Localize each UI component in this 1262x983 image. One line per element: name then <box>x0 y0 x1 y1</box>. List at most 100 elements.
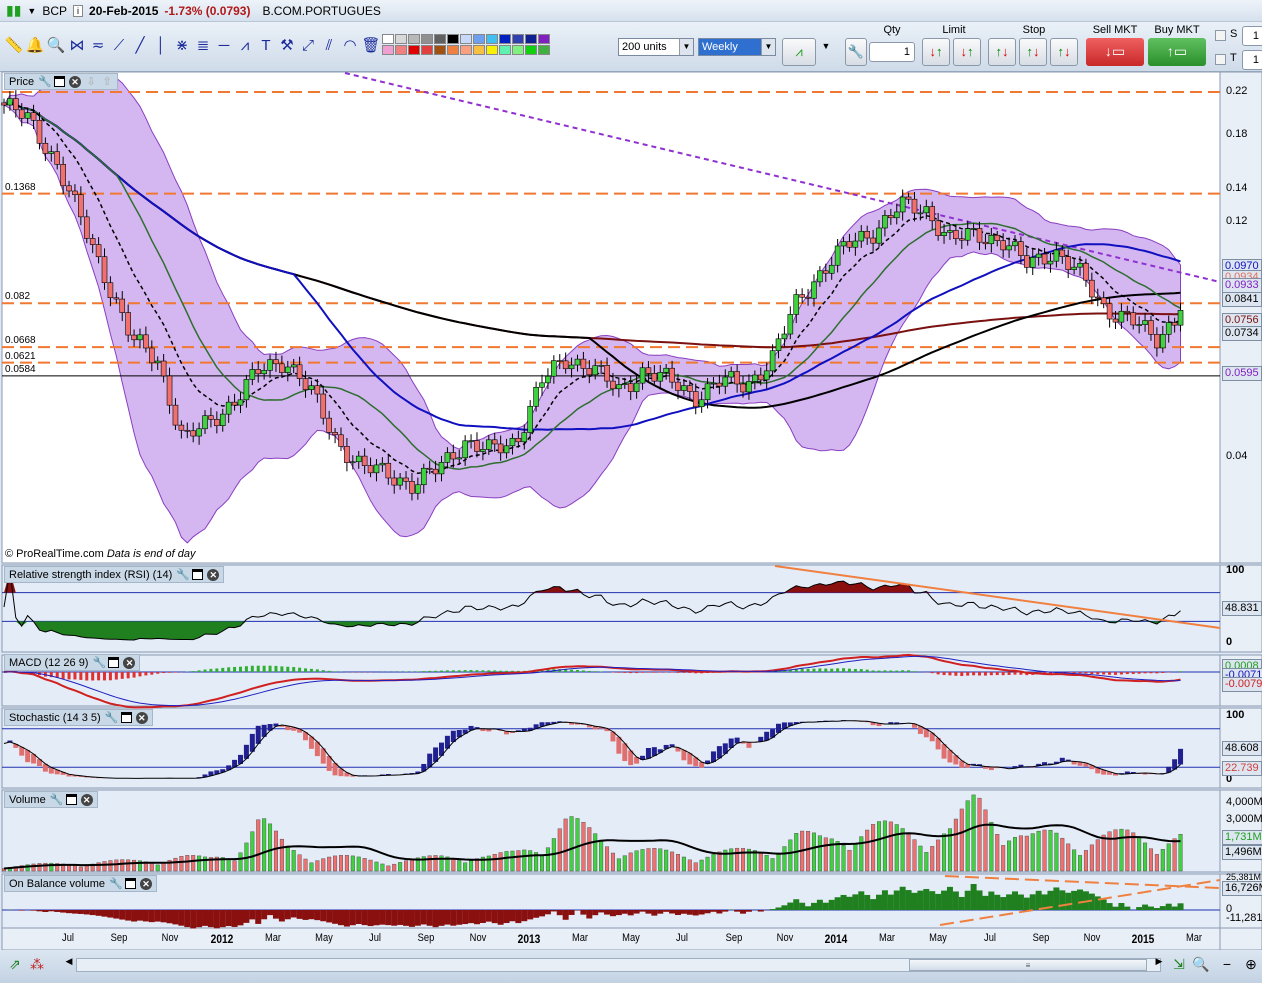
candle <box>799 294 805 298</box>
close-icon[interactable]: ✕ <box>207 568 220 581</box>
volume-bar <box>1054 832 1059 872</box>
volume-bar <box>894 824 899 872</box>
volume-bar <box>1160 849 1165 872</box>
close-icon[interactable]: ✕ <box>135 711 148 724</box>
zoom-fit-icon[interactable]: 🔍 <box>1192 956 1210 973</box>
candle <box>1029 257 1036 268</box>
macd-histogram-bar <box>144 672 148 676</box>
window-icon[interactable] <box>120 712 132 723</box>
close-icon[interactable]: ✕ <box>123 656 136 669</box>
macd-histogram-bar <box>327 670 331 672</box>
volume-bar <box>906 833 911 872</box>
candle <box>503 445 510 454</box>
window-icon[interactable] <box>108 657 120 668</box>
candle <box>757 374 764 381</box>
obv-value-tag: 16,726M <box>1222 881 1262 896</box>
candle <box>344 446 350 464</box>
candle <box>367 465 374 474</box>
scrollbar-thumb[interactable]: ≡ <box>909 959 1147 971</box>
wrench-icon[interactable]: 🔧 <box>38 76 52 88</box>
zoom-out-icon[interactable]: − <box>1218 956 1236 972</box>
candle <box>166 375 173 406</box>
scroll-right-icon[interactable]: ▶ <box>1150 956 1168 967</box>
x-tick-label: Nov <box>469 932 486 944</box>
volume-bar <box>817 835 822 872</box>
move-up-icon[interactable]: ⇧ <box>101 76 113 88</box>
volume-bar <box>646 848 651 872</box>
volume-bar <box>368 859 373 872</box>
move-down-icon[interactable]: ⇩ <box>85 76 97 88</box>
macd-histogram-bar <box>954 672 958 676</box>
wrench-icon[interactable]: 🔧 <box>92 657 106 669</box>
macd-histogram-bar <box>1001 672 1005 676</box>
volume-bar <box>451 858 456 872</box>
candle <box>722 376 729 387</box>
candle <box>834 245 841 266</box>
chart-style-icon[interactable]: ⁂ <box>28 956 46 973</box>
volume-bar <box>965 800 970 872</box>
candle <box>125 312 131 336</box>
volume-bar <box>865 829 870 872</box>
candle <box>273 359 279 365</box>
candle <box>107 282 114 299</box>
candle <box>533 386 539 407</box>
wrench-icon[interactable]: 🔧 <box>105 712 119 724</box>
panel-header-obv: On Balance volume 🔧 ✕ <box>4 875 157 892</box>
macd-histogram-bar <box>865 669 869 672</box>
volume-bar <box>409 859 414 872</box>
macd-histogram-bar <box>428 670 432 672</box>
close-icon[interactable]: ✕ <box>140 877 152 890</box>
candle <box>958 238 965 241</box>
macd-histogram-bar <box>942 672 946 676</box>
candle <box>243 379 250 401</box>
window-icon[interactable] <box>125 878 136 889</box>
candle <box>237 399 244 406</box>
volume-bar <box>687 859 692 872</box>
candle <box>225 401 232 415</box>
macd-histogram-bar <box>853 668 857 672</box>
export-icon[interactable]: ⇗ <box>6 956 24 973</box>
candle <box>586 368 593 376</box>
zoom-in-icon[interactable]: ⊕ <box>1242 956 1260 973</box>
candle <box>947 230 953 233</box>
close-icon[interactable]: ✕ <box>69 75 82 88</box>
candle <box>480 449 486 452</box>
wrench-icon[interactable]: 🔧 <box>109 878 123 890</box>
candle <box>426 467 433 470</box>
panel-title: MACD (12 26 9) <box>9 656 89 669</box>
volume-bar <box>811 832 816 872</box>
candle <box>101 256 108 284</box>
macd-histogram-bar <box>67 672 71 680</box>
candle <box>941 232 947 237</box>
candle <box>687 385 693 392</box>
wrench-icon[interactable]: 🔧 <box>176 569 190 581</box>
close-icon[interactable]: ✕ <box>80 793 93 806</box>
volume-bar <box>338 855 343 872</box>
candle <box>787 314 794 335</box>
volume-bar <box>498 852 503 872</box>
macd-histogram-bar <box>280 666 284 672</box>
candle <box>1165 322 1172 335</box>
chart-canvas[interactable] <box>0 0 1262 950</box>
candle <box>1142 320 1148 325</box>
macd-histogram-bar <box>1131 672 1135 674</box>
volume-bar <box>1143 842 1148 872</box>
macd-histogram-bar <box>1078 672 1082 674</box>
volume-bar <box>120 859 125 872</box>
fit-icon[interactable]: ⇲ <box>1170 956 1188 973</box>
candle <box>279 363 285 373</box>
wrench-icon[interactable]: 🔧 <box>50 794 64 806</box>
candle <box>681 385 687 391</box>
window-icon[interactable] <box>65 794 77 805</box>
window-icon[interactable] <box>192 569 204 580</box>
volume-bar <box>545 847 550 872</box>
stochastic-panel <box>1 707 1221 789</box>
panel-header-rsi: Relative strength index (RSI) (14) 🔧 ✕ <box>4 566 225 583</box>
candle <box>60 164 66 187</box>
candle <box>604 365 610 382</box>
volume-bar <box>658 848 663 872</box>
window-icon[interactable] <box>54 76 66 87</box>
horizontal-scrollbar[interactable]: ≡ <box>76 958 1161 972</box>
candle <box>728 371 735 378</box>
candle <box>320 393 327 419</box>
